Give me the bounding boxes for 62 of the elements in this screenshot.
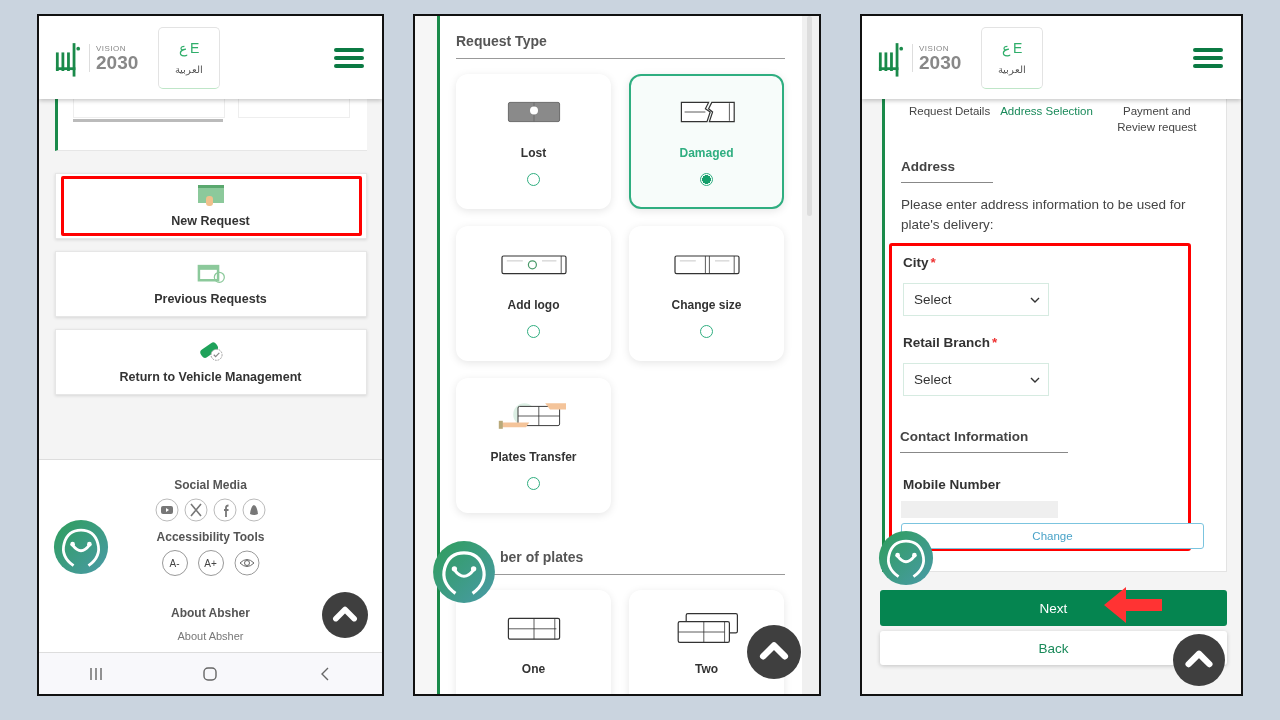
form-tap-icon [195,184,226,208]
footer-heading: Social Media [174,478,247,492]
section-heading: Address [901,159,993,183]
option-label: Two [694,662,719,676]
scroll-top-button[interactable] [1173,634,1225,686]
next-button[interactable]: Next [880,590,1227,626]
section-heading: Request Type [456,33,785,59]
home-icon[interactable] [202,665,219,682]
option-label: Plates Transfer [490,450,577,464]
eye-icon[interactable] [233,550,260,576]
request-type-card[interactable]: Add logo [456,226,611,361]
option-label: Change size [671,298,742,312]
vision-logo: VISION 2030 [912,43,962,72]
footer-heading: Accessibility Tools [156,530,265,544]
menu-icon[interactable] [334,47,364,68]
option-label: Lost [520,146,547,160]
field-label: Retail Branch* [903,335,999,350]
chatbot-icon[interactable] [53,519,109,575]
radio-button[interactable] [527,477,540,490]
option-label: Damaged [679,146,734,160]
scroll-top-button[interactable] [322,592,368,638]
footer-link[interactable]: About Absher [177,630,244,642]
option-label: One [521,662,546,676]
footer-heading: About Absher [171,606,250,620]
request-type-card[interactable]: Change size [629,226,784,361]
option-label: Add logo [507,298,560,312]
radio-button[interactable] [527,173,540,186]
x-icon[interactable] [184,498,208,522]
text-size-button[interactable]: A- [161,550,188,576]
field-label: Mobile Number [903,477,1002,492]
radio-button[interactable] [527,325,540,338]
request-type-card[interactable]: Lost [456,74,611,209]
step-tab[interactable]: Address Selection [1000,103,1093,135]
step-tab[interactable]: Payment and Review request [1106,103,1207,135]
request-type-card[interactable]: Plates Transfer [456,378,611,513]
chevron-down-icon [1030,296,1040,303]
facebook-icon[interactable] [213,498,237,522]
section-heading: Contact Information [900,429,1068,453]
menu-icon[interactable] [1193,47,1223,68]
select-field[interactable]: Select [903,283,1049,316]
ghost-icon[interactable] [242,498,266,522]
chatbot-icon[interactable] [878,530,934,586]
request-type-card[interactable]: One [456,590,611,694]
step-tab[interactable]: Request Details [909,103,991,135]
vision-logo: VISION 2030 [89,43,139,72]
select-field[interactable]: Select [903,363,1049,396]
scrollbar[interactable] [807,16,812,216]
radio-button[interactable] [700,325,713,338]
chevron-down-icon [1030,376,1040,383]
menu-card[interactable]: Previous Requests [54,251,367,317]
window-icon [195,262,226,286]
video-icon[interactable] [155,498,179,522]
pointer-arrow [1104,587,1162,623]
menu-card[interactable]: New Request [54,173,367,239]
field-label: City* [903,255,937,270]
chatbot-icon[interactable] [432,540,496,604]
menu-card[interactable]: Return to Vehicle Management [54,329,367,395]
recent-apps-icon[interactable] [88,665,105,682]
instruction-text: Please enter address information to be used for plate's delivery: [901,196,1187,234]
scroll-top-button[interactable] [747,625,801,679]
radio-button[interactable] [700,173,713,186]
text-size-button[interactable]: A+ [197,550,224,576]
